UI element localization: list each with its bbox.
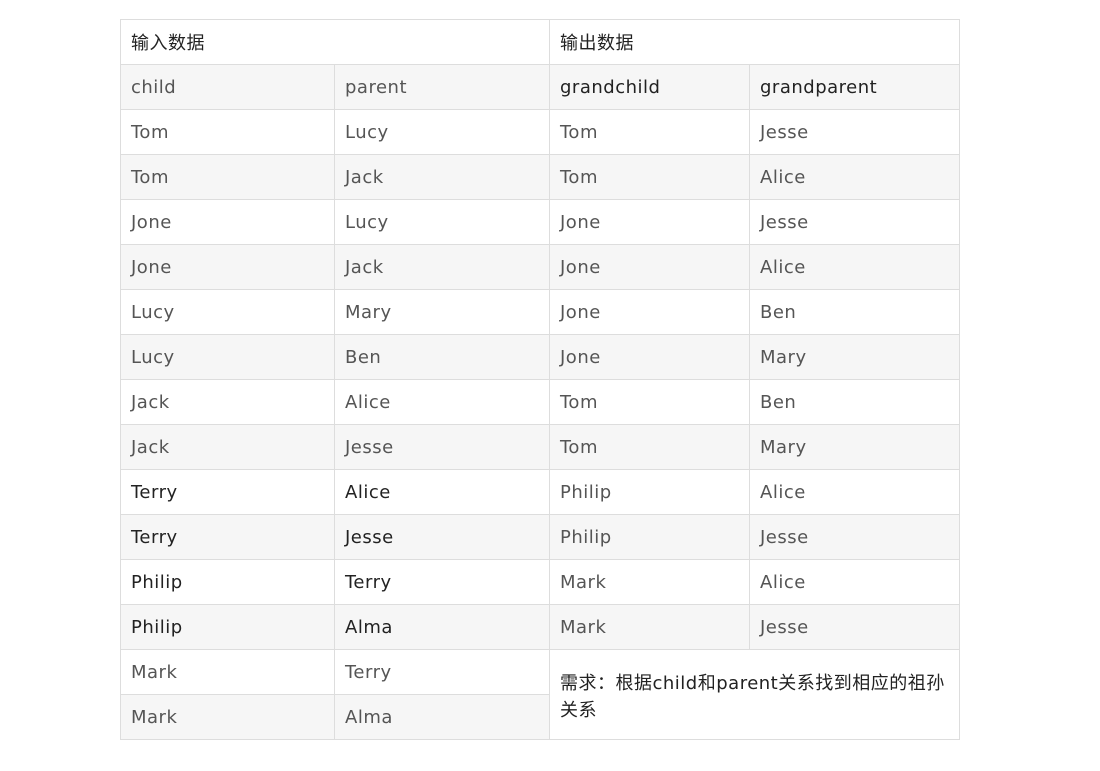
- table-row: Jone Jack Jone Alice: [120, 244, 960, 290]
- input-child-cell: Terry: [120, 469, 335, 515]
- input-child-cell: Lucy: [120, 334, 335, 380]
- column-header-child: child: [120, 64, 335, 110]
- output-grandparent-cell: Alice: [749, 154, 960, 200]
- input-parent-cell: Jack: [334, 154, 550, 200]
- input-child-cell: Mark: [120, 694, 335, 740]
- input-child-cell: Philip: [120, 604, 335, 650]
- relation-table: 输入数据 输出数据 child parent grandchild grandp…: [120, 19, 960, 740]
- output-grandchild-cell: Jone: [549, 244, 750, 290]
- input-child-cell: Jack: [120, 379, 335, 425]
- input-child-cell: Terry: [120, 514, 335, 560]
- input-parent-cell: Jesse: [334, 424, 550, 470]
- input-child-cell: Philip: [120, 559, 335, 605]
- input-child-cell: Jone: [120, 244, 335, 290]
- column-header-grandparent: grandparent: [749, 64, 960, 110]
- input-parent-cell: Alice: [334, 379, 550, 425]
- output-grandchild-cell: Tom: [549, 154, 750, 200]
- table-row: Philip Alma Mark Jesse: [120, 604, 960, 650]
- input-child-cell: Tom: [120, 109, 335, 155]
- table-row: Tom Jack Tom Alice: [120, 154, 960, 200]
- input-child-cell: Jone: [120, 199, 335, 245]
- output-grandchild-cell: Mark: [549, 559, 750, 605]
- table-row: Philip Terry Mark Alice: [120, 559, 960, 605]
- output-grandparent-cell: Ben: [749, 379, 960, 425]
- table-row: Lucy Ben Jone Mary: [120, 334, 960, 380]
- input-child-cell: Lucy: [120, 289, 335, 335]
- input-parent-cell: Lucy: [334, 109, 550, 155]
- output-grandchild-cell: Mark: [549, 604, 750, 650]
- output-section-title: 输出数据: [549, 19, 960, 65]
- table-title-row: 输入数据 输出数据: [120, 19, 960, 65]
- column-header-parent: parent: [334, 64, 550, 110]
- table-row: Jack Alice Tom Ben: [120, 379, 960, 425]
- relation-table-body: 输入数据 输出数据 child parent grandchild grandp…: [120, 19, 960, 740]
- output-grandchild-cell: Jone: [549, 334, 750, 380]
- table-row: Terry Alice Philip Alice: [120, 469, 960, 515]
- input-parent-cell: Lucy: [334, 199, 550, 245]
- output-grandchild-cell: Jone: [549, 199, 750, 245]
- output-grandchild-cell: Tom: [549, 424, 750, 470]
- output-grandchild-cell: Philip: [549, 514, 750, 560]
- table-row: Tom Lucy Tom Jesse: [120, 109, 960, 155]
- input-parent-cell: Terry: [334, 649, 550, 695]
- input-parent-cell: Alma: [334, 604, 550, 650]
- table-row: Terry Jesse Philip Jesse: [120, 514, 960, 560]
- table-row: Jone Lucy Jone Jesse: [120, 199, 960, 245]
- output-grandparent-cell: Mary: [749, 424, 960, 470]
- input-parent-cell: Jesse: [334, 514, 550, 560]
- input-child-cell: Tom: [120, 154, 335, 200]
- input-parent-cell: Mary: [334, 289, 550, 335]
- input-child-cell: Mark: [120, 649, 335, 695]
- column-header-row: child parent grandchild grandparent: [120, 64, 960, 110]
- input-parent-cell: Alma: [334, 694, 550, 740]
- output-grandparent-cell: Mary: [749, 334, 960, 380]
- output-grandchild-cell: Philip: [549, 469, 750, 515]
- input-child-cell: Jack: [120, 424, 335, 470]
- requirement-note: 需求：根据child和parent关系找到相应的祖孙关系: [549, 649, 960, 740]
- output-grandparent-cell: Jesse: [749, 604, 960, 650]
- output-grandparent-cell: Ben: [749, 289, 960, 335]
- input-parent-cell: Jack: [334, 244, 550, 290]
- output-grandchild-cell: Jone: [549, 289, 750, 335]
- output-grandparent-cell: Jesse: [749, 199, 960, 245]
- column-header-grandchild: grandchild: [549, 64, 750, 110]
- output-grandchild-cell: Tom: [549, 109, 750, 155]
- input-parent-cell: Alice: [334, 469, 550, 515]
- output-grandparent-cell: Alice: [749, 559, 960, 605]
- output-grandparent-cell: Alice: [749, 244, 960, 290]
- input-parent-cell: Terry: [334, 559, 550, 605]
- input-section-title: 输入数据: [120, 19, 550, 65]
- output-grandchild-cell: Tom: [549, 379, 750, 425]
- table-row: Jack Jesse Tom Mary: [120, 424, 960, 470]
- output-grandparent-cell: Alice: [749, 469, 960, 515]
- output-grandparent-cell: Jesse: [749, 514, 960, 560]
- output-grandparent-cell: Jesse: [749, 109, 960, 155]
- table-row: Lucy Mary Jone Ben: [120, 289, 960, 335]
- input-parent-cell: Ben: [334, 334, 550, 380]
- table-row: Mark Terry 需求：根据child和parent关系找到相应的祖孙关系: [120, 649, 960, 740]
